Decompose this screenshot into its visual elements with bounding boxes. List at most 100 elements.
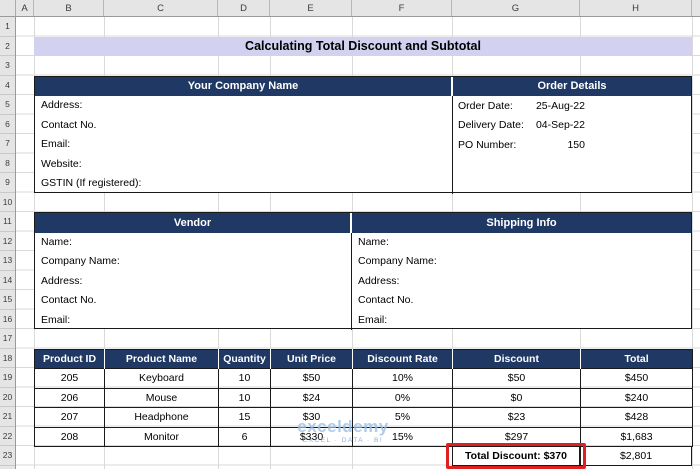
cell-product-name[interactable]: Mouse <box>104 387 219 408</box>
row-header-18[interactable]: 18 <box>0 349 15 368</box>
column-header-c[interactable]: C <box>104 0 218 16</box>
cell-total[interactable]: $428 <box>580 407 693 428</box>
order-date-label: Order Date: <box>458 99 513 112</box>
row-header-19[interactable]: 19 <box>0 368 15 388</box>
po-number-row[interactable]: PO Number: 150 <box>453 135 691 155</box>
vendor-header-cell[interactable]: Vendor <box>35 213 352 233</box>
cell-discount[interactable]: $297 <box>452 426 581 447</box>
cell-total[interactable]: $450 <box>580 368 693 389</box>
order-details-header-cell[interactable]: Order Details <box>453 76 691 96</box>
cell-product-id[interactable]: 206 <box>34 387 105 408</box>
cell-unit-price[interactable]: $30 <box>270 407 353 428</box>
cell-product-name[interactable]: Keyboard <box>104 368 219 389</box>
row-header-2[interactable]: 2 <box>0 37 15 56</box>
column-header-e[interactable]: E <box>270 0 352 16</box>
shipping-info-header-cell[interactable]: Shipping Info <box>352 213 691 233</box>
product-table: Product ID Product Name Quantity Unit Pr… <box>34 348 693 447</box>
cell-discount-rate[interactable]: 10% <box>352 368 453 389</box>
company-name-header-cell[interactable]: Your Company Name <box>35 76 453 96</box>
vendor-name-label[interactable]: Name: <box>35 233 351 253</box>
row-header-21[interactable]: 21 <box>0 407 15 427</box>
cell-product-name[interactable]: Headphone <box>104 407 219 428</box>
cell-unit-price[interactable]: $330 <box>270 426 353 447</box>
cell-total[interactable]: $240 <box>580 387 693 408</box>
column-header-h[interactable]: H <box>580 0 692 16</box>
cell-product-id[interactable]: 207 <box>34 407 105 428</box>
header-discount[interactable]: Discount <box>452 349 581 369</box>
company-address-label[interactable]: Address: <box>35 96 452 116</box>
row-header-10[interactable]: 10 <box>0 193 15 212</box>
row-header-3[interactable]: 3 <box>0 56 15 76</box>
cell-quantity[interactable]: 10 <box>218 387 271 408</box>
cell-quantity[interactable]: 15 <box>218 407 271 428</box>
row-header-23[interactable]: 23 <box>0 446 15 466</box>
order-date-row[interactable]: Order Date: 25-Aug-22 <box>453 96 691 116</box>
cell-quantity[interactable]: 6 <box>218 426 271 447</box>
row-header-14[interactable]: 14 <box>0 271 15 290</box>
company-order-section: Your Company Name Order Details Address:… <box>34 75 692 194</box>
shipping-address-label[interactable]: Address: <box>352 272 691 292</box>
sheet-title-cell[interactable]: Calculating Total Discount and Subtotal <box>34 36 692 56</box>
company-contact-label[interactable]: Contact No. <box>35 116 452 136</box>
header-total[interactable]: Total <box>580 349 693 369</box>
cell-discount-rate[interactable]: 15% <box>352 426 453 447</box>
vendor-email-label[interactable]: Email: <box>35 311 351 331</box>
vendor-address-label[interactable]: Address: <box>35 272 351 292</box>
header-quantity[interactable]: Quantity <box>218 349 271 369</box>
row-header-column: 1 2 3 4 5 6 7 8 9 10 11 12 13 14 15 16 1… <box>0 17 16 469</box>
cell-unit-price[interactable]: $50 <box>270 368 353 389</box>
shipping-name-label[interactable]: Name: <box>352 233 691 253</box>
shipping-contact-label[interactable]: Contact No. <box>352 291 691 311</box>
header-product-name[interactable]: Product Name <box>104 349 219 369</box>
row-header-9[interactable]: 9 <box>0 173 15 193</box>
cell-discount-rate[interactable]: 5% <box>352 407 453 428</box>
row-header-15[interactable]: 15 <box>0 290 15 310</box>
select-all-corner[interactable] <box>0 0 16 16</box>
cell-discount[interactable]: $50 <box>452 368 581 389</box>
header-unit-price[interactable]: Unit Price <box>270 349 353 369</box>
row-header-1[interactable]: 1 <box>0 17 15 37</box>
column-header-b[interactable]: B <box>34 0 104 16</box>
row-header-7[interactable]: 7 <box>0 134 15 154</box>
delivery-date-value[interactable]: 04-Sep-22 <box>536 119 585 131</box>
grand-total-cell[interactable]: $2,801 <box>580 446 692 466</box>
row-header-16[interactable]: 16 <box>0 310 15 329</box>
company-email-label[interactable]: Email: <box>35 135 452 155</box>
po-number-value[interactable]: 150 <box>567 139 585 151</box>
row-header-13[interactable]: 13 <box>0 251 15 271</box>
header-product-id[interactable]: Product ID <box>34 349 105 369</box>
delivery-date-row[interactable]: Delivery Date: 04-Sep-22 <box>453 116 691 136</box>
vendor-company-label[interactable]: Company Name: <box>35 252 351 272</box>
row-header-5[interactable]: 5 <box>0 95 15 115</box>
row-header-4[interactable]: 4 <box>0 76 15 95</box>
row-header-22[interactable]: 22 <box>0 427 15 446</box>
cell-discount[interactable]: $0 <box>452 387 581 408</box>
cell-quantity[interactable]: 10 <box>218 368 271 389</box>
cell-product-name[interactable]: Monitor <box>104 426 219 447</box>
row-header-11[interactable]: 11 <box>0 212 15 232</box>
column-header-f[interactable]: F <box>352 0 452 16</box>
column-header-a[interactable]: A <box>16 0 34 16</box>
cell-discount-rate[interactable]: 0% <box>352 387 453 408</box>
column-header-d[interactable]: D <box>218 0 270 16</box>
header-discount-rate[interactable]: Discount Rate <box>352 349 453 369</box>
row-header-8[interactable]: 8 <box>0 154 15 173</box>
vendor-contact-label[interactable]: Contact No. <box>35 291 351 311</box>
row-header-6[interactable]: 6 <box>0 115 15 134</box>
column-header-g[interactable]: G <box>452 0 580 16</box>
shipping-company-label[interactable]: Company Name: <box>352 252 691 272</box>
cell-discount[interactable]: $23 <box>452 407 581 428</box>
company-website-label[interactable]: Website: <box>35 155 452 175</box>
cell-unit-price[interactable]: $24 <box>270 387 353 408</box>
row-header-12[interactable]: 12 <box>0 232 15 251</box>
total-discount-cell[interactable]: Total Discount: $370 <box>452 446 580 466</box>
company-gstin-label[interactable]: GSTIN (If registered): <box>35 174 452 194</box>
cell-product-id[interactable]: 205 <box>34 368 105 389</box>
order-date-value[interactable]: 25-Aug-22 <box>536 100 585 112</box>
cell-total[interactable]: $1,683 <box>580 426 693 447</box>
row-header-20[interactable]: 20 <box>0 388 15 407</box>
cell-product-id[interactable]: 208 <box>34 426 105 447</box>
sheet-canvas[interactable]: Calculating Total Discount and Subtotal … <box>16 17 700 469</box>
shipping-email-label[interactable]: Email: <box>352 311 691 331</box>
row-header-17[interactable]: 17 <box>0 329 15 349</box>
